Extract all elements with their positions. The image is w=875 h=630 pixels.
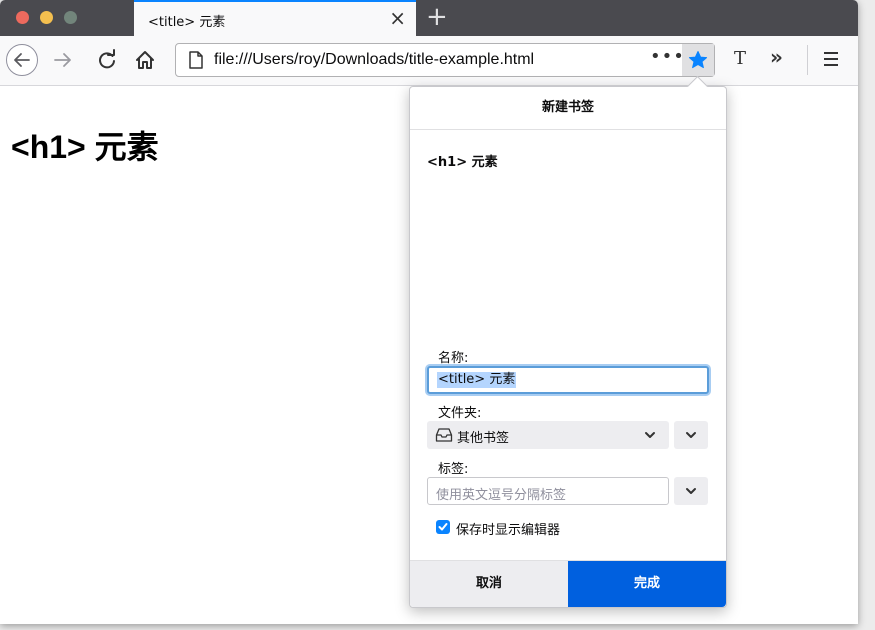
reload-button[interactable] — [96, 49, 118, 71]
url-text[interactable]: file:///Users/roy/Downloads/title-exampl… — [214, 51, 534, 69]
show-editor-checkbox[interactable] — [436, 520, 450, 534]
page-icon[interactable] — [188, 51, 204, 69]
page-actions-button[interactable]: ••• — [650, 46, 685, 67]
tags-expand-button[interactable] — [674, 477, 708, 505]
folder-label: 文件夹: — [438, 406, 482, 421]
url-bar[interactable]: file:///Users/roy/Downloads/title-exampl… — [175, 43, 715, 77]
navigation-toolbar: file:///Users/roy/Downloads/title-exampl… — [0, 36, 858, 86]
window-zoom-button[interactable] — [64, 11, 77, 24]
browser-window: <title> 元素 × + file:///Users/roy/Downloa… — [0, 0, 858, 624]
chevron-down-icon — [686, 432, 696, 438]
bookmark-preview-title: <h1> 元素 — [427, 155, 498, 170]
tab-active[interactable]: <title> 元素 × — [134, 0, 416, 36]
forward-button[interactable] — [52, 49, 74, 71]
folder-select[interactable]: 其他书签 — [427, 421, 669, 449]
tags-field[interactable]: 使用英文逗号分隔标签 — [427, 477, 669, 505]
home-button[interactable] — [134, 49, 156, 71]
cancel-button[interactable]: 取消 — [410, 561, 568, 607]
window-close-button[interactable] — [16, 11, 29, 24]
back-arrow-icon — [14, 53, 30, 67]
chevron-down-icon — [686, 488, 696, 494]
toolbar-divider — [807, 45, 808, 75]
page-heading: <h1> 元素 — [11, 129, 159, 165]
reader-view-button[interactable]: T — [734, 48, 746, 69]
tab-close-icon[interactable]: × — [389, 6, 406, 30]
window-minimize-button[interactable] — [40, 11, 53, 24]
panel-button-row: 取消 完成 — [410, 560, 726, 607]
back-button[interactable] — [6, 44, 38, 76]
checkmark-icon — [438, 523, 448, 531]
folder-select-value: 其他书签 — [457, 431, 510, 446]
tags-placeholder: 使用英文逗号分隔标签 — [436, 488, 567, 503]
hamburger-menu-icon[interactable] — [824, 52, 838, 70]
done-button[interactable]: 完成 — [568, 561, 726, 607]
name-field-value[interactable]: <title> 元素 — [437, 372, 517, 388]
show-editor-label[interactable]: 保存时显示编辑器 — [456, 519, 560, 538]
tags-label: 标签: — [438, 462, 469, 477]
tab-title: <title> 元素 — [148, 15, 226, 30]
bookmark-star-button[interactable] — [682, 44, 714, 76]
forward-arrow-icon — [54, 53, 71, 67]
overflow-menu-button[interactable]: » — [770, 45, 783, 69]
name-label: 名称: — [438, 351, 469, 366]
folder-tree-expand-button[interactable] — [674, 421, 708, 449]
star-icon — [688, 51, 708, 69]
name-field[interactable]: <title> 元素 — [427, 366, 709, 394]
folder-tray-icon — [435, 428, 453, 442]
home-icon — [136, 51, 154, 69]
reload-icon — [99, 49, 115, 69]
new-tab-button[interactable]: + — [426, 0, 448, 34]
bookmark-panel: 新建书签 <h1> 元素 名称: <title> 元素 文件夹: 其他书签 标签… — [409, 75, 727, 608]
tab-strip: <title> 元素 × + — [0, 0, 858, 36]
chevron-down-icon — [645, 432, 655, 438]
panel-title: 新建书签 — [410, 87, 726, 130]
